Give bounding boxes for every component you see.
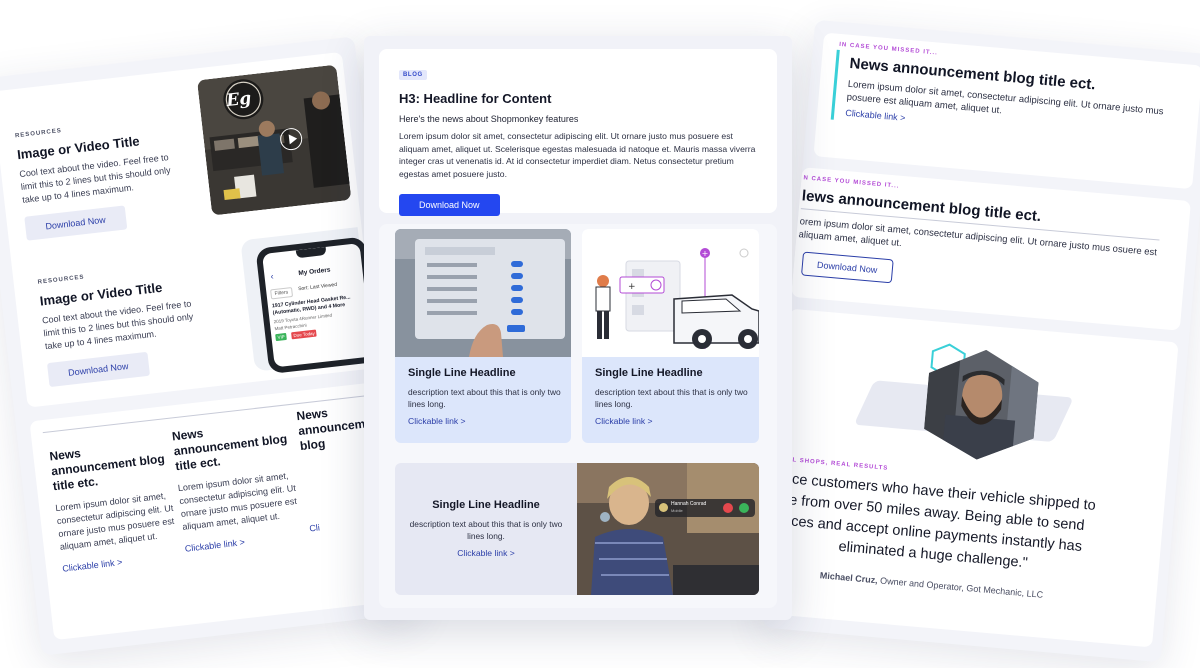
tablet-photo: [395, 229, 571, 357]
tile-title: Single Line Headline: [408, 367, 516, 379]
clickable-link[interactable]: Clickable link >: [405, 548, 567, 558]
clickable-link[interactable]: Clickable link >: [184, 530, 302, 554]
missed-item-2: lews announcement blog title ect. orem i…: [795, 179, 1172, 307]
tile-title: Single Line Headline: [432, 499, 540, 511]
news-item-1: News announcement blog title etc. Lorem …: [49, 436, 180, 574]
blog-body: Lorem ipsum dolor sit amet, consectetur …: [399, 131, 756, 179]
call-overlay: Hannah Conrad Mobile: [655, 499, 755, 517]
news-item-2: News announcement blog title ect. Lorem …: [171, 416, 302, 554]
sort-dropdown[interactable]: Sort: Last Viewed: [298, 282, 338, 292]
tile-1[interactable]: Single Line Headline description text ab…: [395, 229, 571, 443]
missed-it-card-2: N CASE YOU MISSED IT... lews announcemen…: [791, 167, 1191, 331]
news-title: News announcement blog title etc.: [48, 446, 166, 494]
clickable-link[interactable]: Clickable link >: [595, 416, 749, 426]
testimonial-card: REAL SHOPS, REAL RESULTS vice customers …: [763, 308, 1179, 648]
tile-desc: description text about this that is only…: [408, 387, 561, 409]
video-thumbnail[interactable]: Eg: [196, 64, 352, 216]
news-card: News announcement blog title etc. Lorem …: [29, 381, 405, 641]
missed-it-card-1: IN CASE YOU MISSED IT... News announceme…: [813, 32, 1200, 190]
clickable-link[interactable]: Clickable link >: [408, 416, 561, 426]
svg-text:+: +: [628, 282, 636, 292]
tile-body: Single Line Headline description text ab…: [405, 499, 567, 558]
back-chevron-icon[interactable]: ‹: [270, 271, 274, 281]
phone-mockup: ‹ My Orders Filters Sort: Last Viewed 19…: [240, 227, 379, 375]
tile-desc: description text about this that is only…: [409, 519, 563, 541]
tile-desc: description text about this that is only…: [595, 387, 748, 409]
accent-bar: [830, 49, 840, 120]
download-now-button[interactable]: Download Now: [46, 351, 150, 388]
phone-screen: ‹ My Orders Filters Sort: Last Viewed 19…: [262, 243, 373, 368]
filters-button[interactable]: Filters: [270, 287, 293, 300]
logo-text: Eg: [225, 88, 253, 112]
caller-sub: Mobile: [671, 508, 683, 513]
svg-text:+: +: [702, 249, 709, 258]
caller-name: Hannah Conrad: [671, 501, 707, 507]
orders-title: My Orders: [298, 266, 331, 278]
due-today-badge: Due Today: [291, 329, 318, 340]
blog-subhead: Here's the news about Shopmonkey feature…: [399, 114, 579, 124]
caller-avatar: [659, 503, 668, 512]
resources-card: RESOURCES Image or Video Title Cool text…: [0, 51, 379, 408]
workshop-photo: [196, 64, 352, 216]
download-now-button[interactable]: Download Now: [801, 251, 894, 284]
download-now-button[interactable]: Download Now: [24, 205, 127, 241]
tile-body: Single Line Headline description text ab…: [595, 367, 749, 426]
testimonial-portrait: [921, 343, 1042, 465]
news-body: Lorem ipsum dolor sit amet, consectetur …: [54, 490, 175, 552]
resource-item-1: RESOURCES Image or Video Title Cool text…: [15, 115, 186, 241]
author-role: Owner and Operator, Got Mechanic, LLC: [879, 575, 1044, 600]
right-blog-panel: IN CASE YOU MISSED IT... News announceme…: [762, 19, 1200, 663]
decline-call-icon[interactable]: [723, 503, 733, 513]
order-person: Matt Petracchini: [274, 322, 307, 332]
blog-badge: BLOG: [399, 70, 427, 80]
missed-item-1: News announcement blog title ect. Lorem …: [845, 47, 1190, 147]
author-name: Michael Cruz,: [819, 570, 879, 586]
blog-hero-card: BLOG H3: Headline for Content Here's the…: [379, 49, 777, 216]
clickable-link[interactable]: Clickable link >: [62, 550, 180, 574]
news-body: Lorem ipsum dolor sit amet, consectetur …: [177, 470, 298, 532]
download-now-button[interactable]: Download Now: [399, 194, 500, 216]
woman-desk-photo: [577, 463, 759, 595]
accept-call-icon[interactable]: [739, 503, 749, 513]
vip-badge: VIP: [275, 332, 288, 342]
illustration-mechanic-truck: + +: [582, 229, 759, 357]
blog-headline: H3: Headline for Content: [399, 91, 552, 106]
tile-3[interactable]: Single Line Headline description text ab…: [395, 463, 759, 595]
left-resources-panel: RESOURCES Image or Video Title Cool text…: [0, 36, 420, 656]
news-title: News announcement blog title ect.: [171, 426, 288, 474]
center-blog-panel: BLOG H3: Headline for Content Here's the…: [364, 36, 792, 620]
phone-frame: ‹ My Orders Filters Sort: Last Viewed 19…: [255, 236, 379, 375]
tile-title: Single Line Headline: [595, 367, 703, 379]
resource-item-2: RESOURCES Image or Video Title Cool text…: [37, 262, 208, 388]
tile-2[interactable]: + + Single Line Headline description tex…: [582, 229, 759, 443]
blog-tiles-card: Single Line Headline description text ab…: [379, 224, 777, 608]
tile-body: Single Line Headline description text ab…: [408, 367, 561, 426]
